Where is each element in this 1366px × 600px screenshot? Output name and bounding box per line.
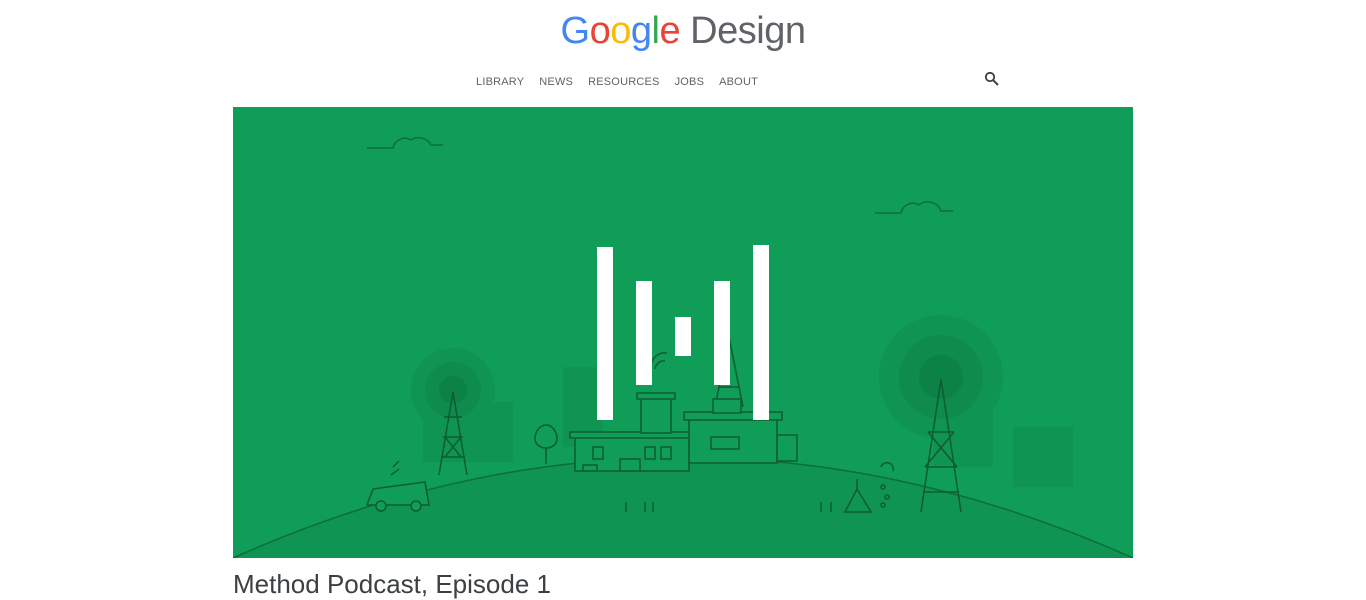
logo-letter: o — [610, 10, 631, 52]
main-nav: LIBRARY NEWS RESOURCES JOBS ABOUT — [476, 75, 773, 89]
nav-link-about[interactable]: ABOUT — [719, 75, 758, 89]
method-podcast-logo — [597, 245, 769, 420]
tree-icon — [534, 424, 558, 464]
logo-letter: g — [630, 10, 652, 52]
nav-link-jobs[interactable]: JOBS — [675, 75, 705, 89]
logo-letter: o — [589, 10, 611, 52]
hill-line — [233, 456, 1133, 558]
logo-letter: e — [659, 10, 681, 52]
google-design-logo[interactable]: Google Design — [0, 8, 1366, 54]
article-title[interactable]: Method Podcast, Episode 1 — [233, 568, 551, 600]
van-icon — [365, 460, 430, 512]
cloud-icon — [367, 136, 953, 214]
logo-letter: G — [560, 10, 591, 52]
search-icon[interactable] — [984, 71, 1000, 87]
nav-link-library[interactable]: LIBRARY — [476, 75, 524, 89]
nav-link-resources[interactable]: RESOURCES — [588, 75, 659, 89]
hero-illustration[interactable] — [233, 107, 1133, 558]
nav-link-news[interactable]: NEWS — [539, 75, 573, 89]
logo-word-design: Design — [690, 10, 806, 52]
